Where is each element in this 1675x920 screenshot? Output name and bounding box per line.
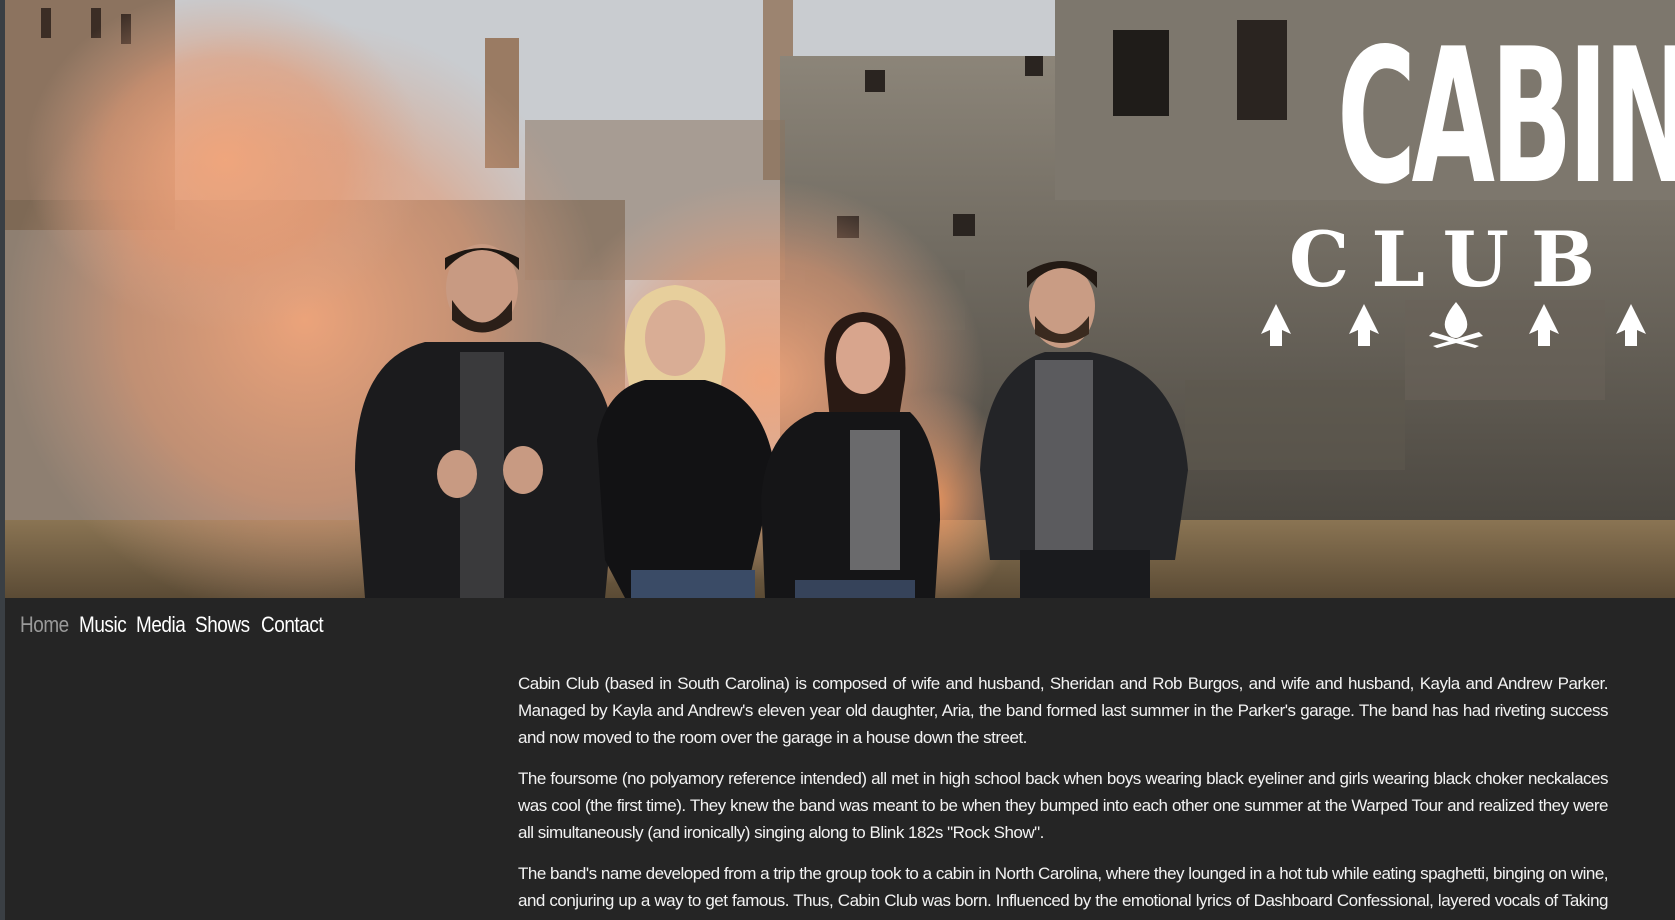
logo-icon-row xyxy=(1261,302,1646,348)
bio-paragraph: Cabin Club (based in South Carolina) is … xyxy=(518,674,1609,747)
hero-banner: CABIN CLUB xyxy=(5,0,1675,598)
campfire-icon xyxy=(1429,302,1483,348)
nav-link-media[interactable]: Media xyxy=(136,612,186,638)
nav-link-shows[interactable]: Shows xyxy=(195,612,250,638)
bio-content: Cabin Club (based in South Carolina) is … xyxy=(518,670,1609,920)
page: CABIN CLUB Home Music Media Shows Contac… xyxy=(0,0,1675,920)
main-nav: Home Music Media Shows Contact xyxy=(20,612,325,638)
nav-link-music[interactable]: Music xyxy=(79,612,127,638)
bio-paragraph: The band's name developed from a trip th… xyxy=(518,864,1609,920)
bio-paragraph: The foursome (no polyamory reference int… xyxy=(518,769,1609,842)
nav-link-home[interactable]: Home xyxy=(20,612,69,638)
logo-wordmark-cabin: CABIN xyxy=(1337,8,1675,225)
arrow-icon xyxy=(1349,304,1379,346)
logo-wordmark-club: CLUB xyxy=(1288,215,1618,304)
arrow-icon xyxy=(1616,304,1646,346)
band-logo: CABIN CLUB xyxy=(1253,8,1675,348)
arrow-icon xyxy=(1261,304,1291,346)
arrow-icon xyxy=(1529,304,1559,346)
nav-link-contact[interactable]: Contact xyxy=(261,612,324,638)
